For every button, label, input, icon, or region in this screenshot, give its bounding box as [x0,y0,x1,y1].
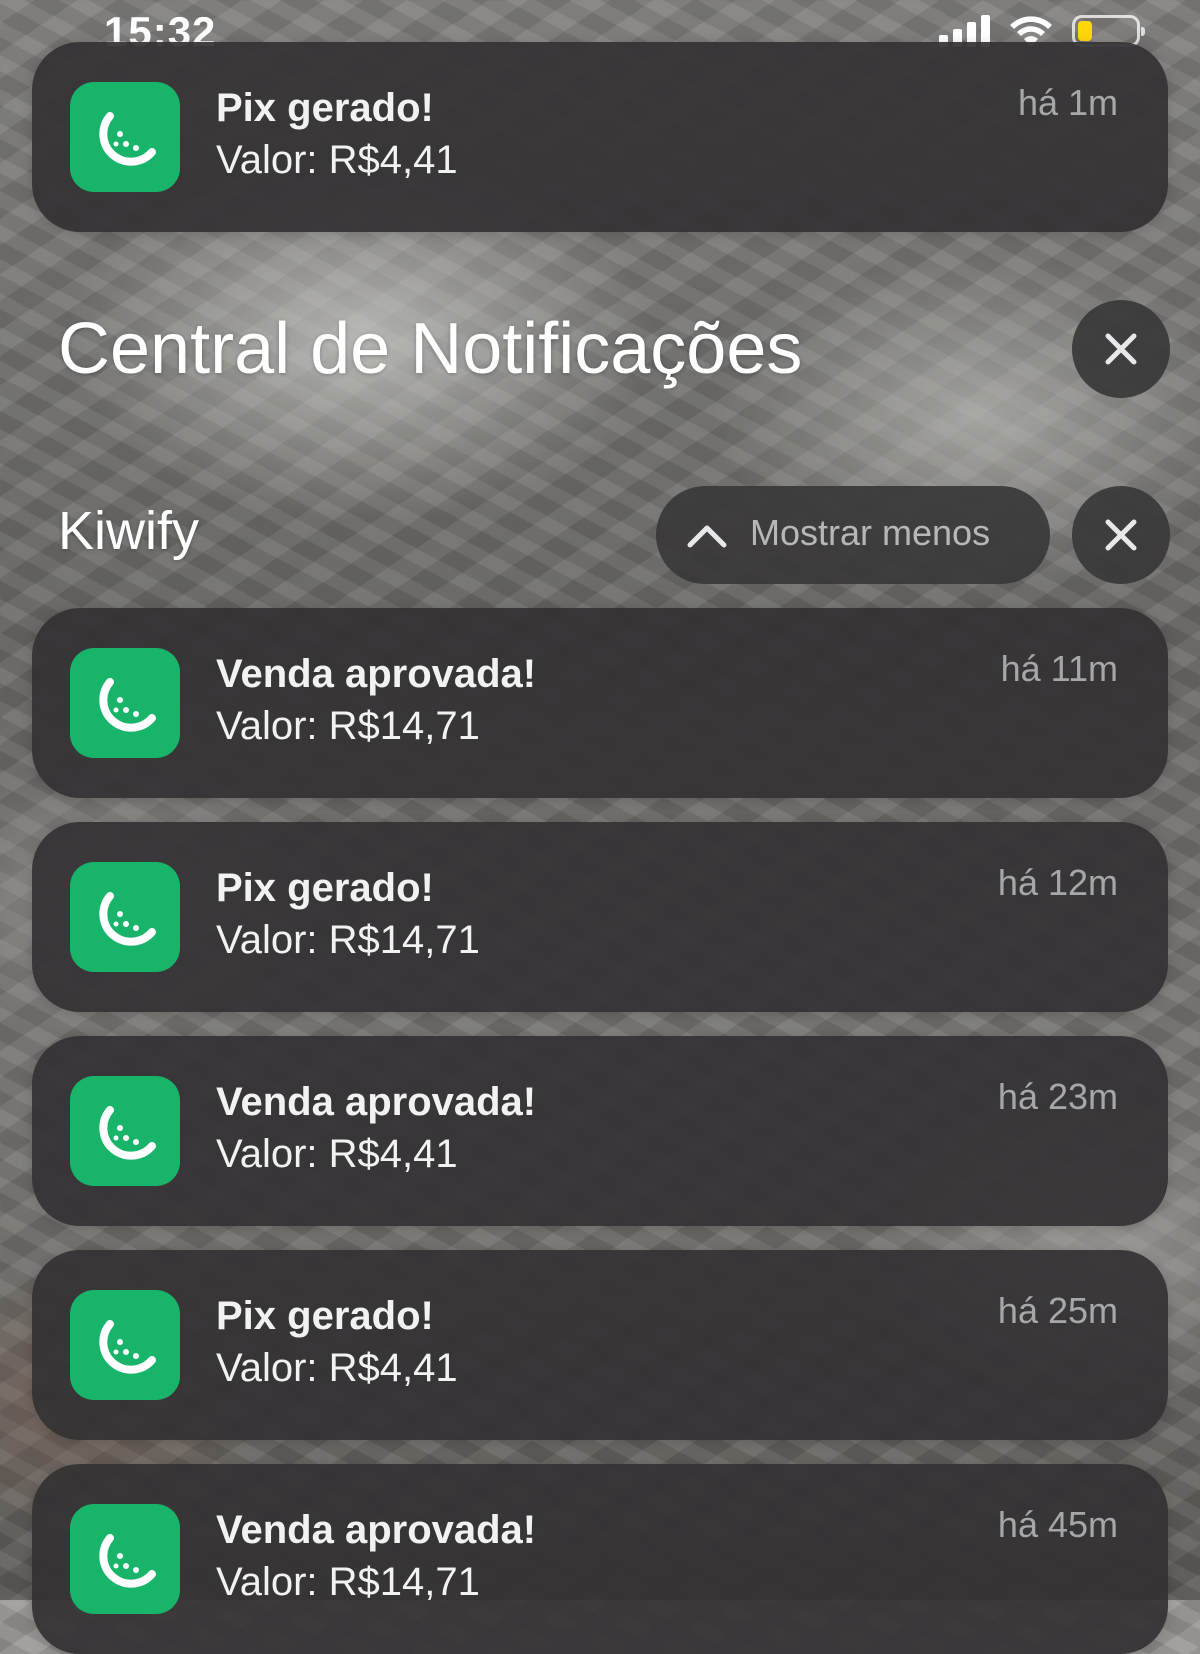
notification-title: Venda aprovada! [216,1080,537,1124]
clear-all-button[interactable] [1072,300,1170,398]
kiwi-slice-icon [99,1534,156,1588]
notification-body: Valor: R$14,71 [216,918,480,962]
kiwify-app-icon [70,1076,180,1186]
notification-time: há 12m [997,862,1118,903]
notification-title: Pix gerado! [216,1294,434,1338]
show-less-button[interactable]: Mostrar menos [656,486,1050,584]
notification-card[interactable]: Venda aprovada! Valor: R$14,71 há 45m [32,1464,1168,1654]
kiwi-slice-icon [99,1320,156,1374]
notification-center-title: Central de Notificações [58,309,803,389]
close-icon [1105,519,1137,551]
notification-time: há 1m [1017,82,1118,123]
notification-card[interactable]: Venda aprovada! Valor: R$14,71 há 11m [32,608,1168,798]
notification-body: Valor: R$4,41 [216,1346,458,1390]
notification-body: Valor: R$14,71 [216,704,480,748]
notification-time: há 45m [997,1504,1118,1545]
kiwi-slice-icon [99,892,156,946]
notification-time: há 25m [997,1290,1118,1331]
kiwify-app-icon [70,1504,180,1614]
notification-body: Valor: R$4,41 [216,1132,458,1176]
kiwi-slice-icon [99,678,156,732]
notification-card-top[interactable]: Pix gerado! Valor: R$4,41 há 1m [32,42,1168,232]
notification-time: há 11m [1000,648,1118,689]
chevron-up-icon [687,525,727,548]
notification-time: há 23m [997,1076,1118,1117]
kiwify-app-icon [70,648,180,758]
kiwify-app-icon [70,862,180,972]
app-group-title: Kiwify [58,501,200,561]
kiwi-slice-icon [99,1106,156,1160]
kiwify-app-icon [70,1290,180,1400]
battery-fill [1078,21,1092,41]
show-less-label: Mostrar menos [750,512,991,553]
notification-title: Venda aprovada! [216,1508,537,1552]
notification-title: Pix gerado! [216,86,434,130]
notification-card[interactable]: Pix gerado! Valor: R$14,71 há 12m [32,822,1168,1012]
notification-body: Valor: R$14,71 [216,1560,480,1604]
notification-card[interactable]: Pix gerado! Valor: R$4,41 há 25m [32,1250,1168,1440]
close-icon [1105,333,1137,365]
notification-card[interactable]: Venda aprovada! Valor: R$4,41 há 23m [32,1036,1168,1226]
kiwi-slice-icon [99,112,156,166]
notification-title: Venda aprovada! [216,652,537,696]
kiwify-app-icon [70,82,180,192]
notification-title: Pix gerado! [216,866,434,910]
clear-group-button[interactable] [1072,486,1170,584]
notification-body: Valor: R$4,41 [216,138,458,182]
